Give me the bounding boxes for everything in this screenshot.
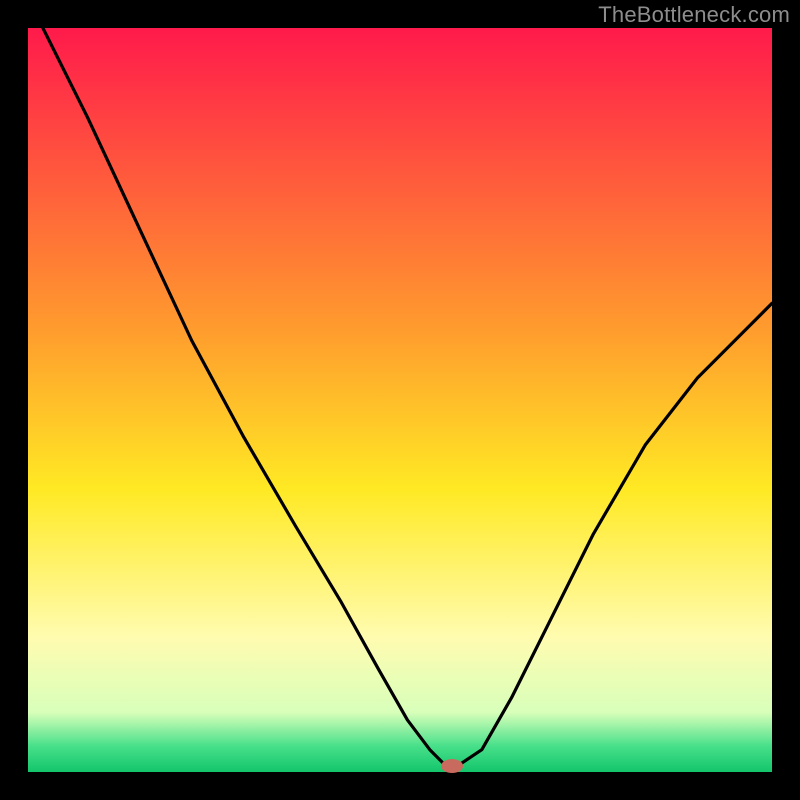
chart-frame: { "watermark": "TheBottleneck.com", "cha… [0, 0, 800, 800]
watermark-text: TheBottleneck.com [598, 2, 790, 28]
plot-background [28, 28, 772, 772]
chart-svg [0, 0, 800, 800]
optimum-marker [441, 759, 463, 773]
